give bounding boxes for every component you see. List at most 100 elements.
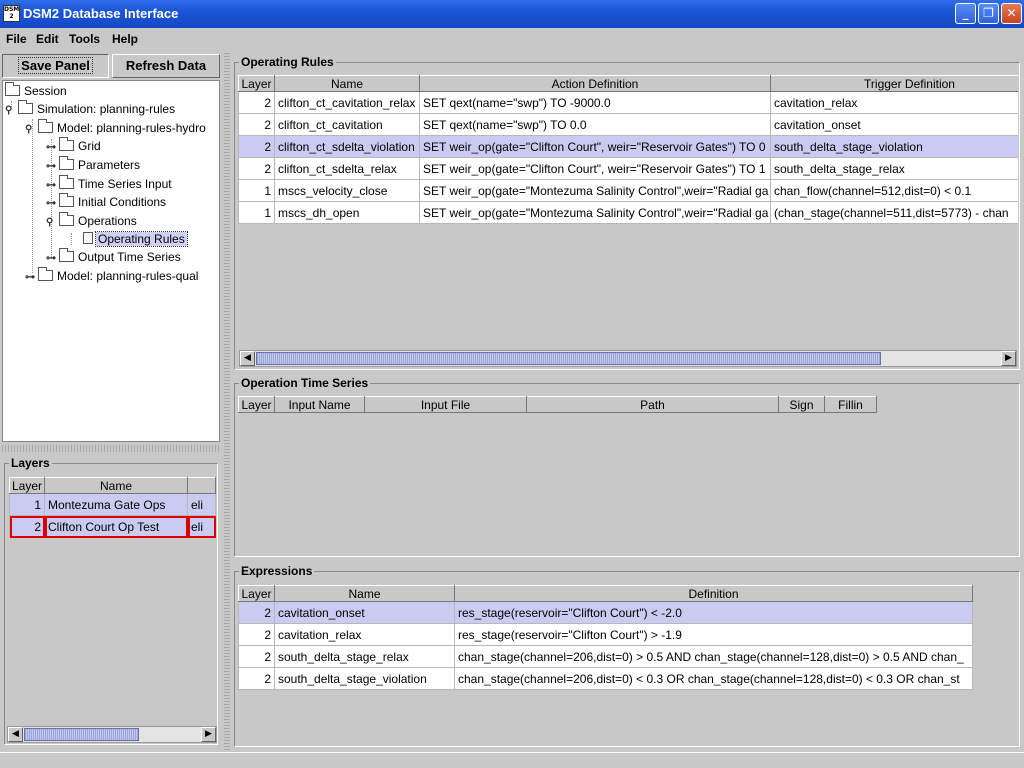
column-header-input-file[interactable]: Input File	[364, 396, 527, 413]
column-header-action[interactable]: Action Definition	[419, 75, 771, 92]
menu-tools[interactable]: Tools	[69, 32, 100, 46]
column-header-layer[interactable]: Layer	[238, 75, 275, 92]
action-cell[interactable]: SET weir_op(gate="Montezuma Salinity Con…	[419, 179, 771, 202]
tree-node-operating-rules[interactable]: Operating Rules	[83, 230, 188, 248]
tree-collapsed-icon[interactable]: ⊶	[46, 250, 59, 268]
column-header-name[interactable]: Name	[44, 477, 188, 494]
tree-node-initial-conditions[interactable]: ⊶ Initial Conditions	[46, 193, 166, 211]
definition-cell[interactable]: chan_stage(channel=206,dist=0) > 0.5 AND…	[454, 645, 973, 668]
column-header-sign[interactable]: Sign	[778, 396, 825, 413]
layers-table[interactable]: Layer Name 1 Montezuma Gate Ops eli 2 Cl…	[9, 477, 216, 538]
layer-cell[interactable]: 2	[238, 623, 275, 646]
trigger-cell[interactable]: cavitation_relax	[770, 91, 1018, 114]
layer-cell[interactable]: 2	[238, 601, 275, 624]
save-panel-button[interactable]: Save Panel	[2, 54, 109, 78]
definition-cell[interactable]: res_stage(reservoir="Clifton Court") > -…	[454, 623, 973, 646]
trigger-cell[interactable]: cavitation_onset	[770, 113, 1018, 136]
tree-node-grid[interactable]: ⊶ Grid	[46, 137, 101, 155]
action-cell[interactable]: SET weir_op(gate="Clifton Court", weir="…	[419, 157, 771, 180]
tree-expanded-icon[interactable]: ⚲	[25, 121, 38, 139]
table-row[interactable]: 2 south_delta_stage_violation chan_stage…	[238, 667, 973, 690]
table-row[interactable]: 2 cavitation_relax res_stage(reservoir="…	[238, 623, 973, 646]
tree-collapsed-icon[interactable]: ⊶	[46, 139, 59, 157]
scroll-left-icon[interactable]: ◀	[8, 727, 23, 742]
definition-cell[interactable]: chan_stage(channel=206,dist=0) < 0.3 OR …	[454, 667, 973, 690]
column-header-trigger[interactable]: Trigger Definition	[770, 75, 1018, 92]
operation-time-series-table[interactable]: Layer Input Name Input File Path Sign Fi…	[238, 396, 877, 413]
tree-node-session[interactable]: Session	[5, 82, 67, 100]
tree-node-operations[interactable]: ⚲ Operations	[46, 212, 137, 230]
operating-rules-table[interactable]: Layer Name Action Definition Trigger Def…	[238, 75, 1018, 224]
name-cell[interactable]: Clifton Court Op Test	[44, 515, 188, 538]
name-cell[interactable]: south_delta_stage_violation	[274, 667, 455, 690]
action-cell[interactable]: SET qext(name="swp") TO -9000.0	[419, 91, 771, 114]
definition-cell[interactable]: res_stage(reservoir="Clifton Court") < -…	[454, 601, 973, 624]
action-cell[interactable]: SET qext(name="swp") TO 0.0	[419, 113, 771, 136]
table-row[interactable]: 2 clifton_ct_cavitation SET qext(name="s…	[238, 113, 1018, 136]
minimize-button[interactable]: _	[955, 3, 976, 24]
session-tree[interactable]: Session ⚲ Simulation: planning-rules ⚲ Mod…	[2, 80, 220, 442]
tree-collapsed-icon[interactable]: ⊶	[46, 158, 59, 176]
tree-node-model-hydro[interactable]: ⚲ Model: planning-rules-hydro	[25, 119, 206, 137]
tree-node-time-series-input[interactable]: ⊶ Time Series Input	[46, 175, 172, 193]
layer-cell[interactable]: 2	[238, 91, 275, 114]
table-row[interactable]: 2 Clifton Court Op Test eli	[9, 515, 216, 538]
trigger-cell[interactable]: south_delta_stage_relax	[770, 157, 1018, 180]
layer-cell[interactable]: 2	[238, 667, 275, 690]
restore-button[interactable]: ❐	[978, 3, 999, 24]
column-header-definition[interactable]: Definition	[454, 585, 973, 602]
scroll-right-icon[interactable]: ▶	[201, 727, 216, 742]
table-row[interactable]: 1 mscs_dh_open SET weir_op(gate="Montezu…	[238, 201, 1018, 224]
table-row[interactable]: 2 clifton_ct_cavitation_relax SET qext(n…	[238, 91, 1018, 114]
tree-node-output-time-series[interactable]: ⊶ Output Time Series	[46, 248, 181, 266]
layer-cell[interactable]: 2	[238, 157, 275, 180]
menu-edit[interactable]: Edit	[36, 32, 59, 46]
refresh-data-button[interactable]: Refresh Data	[112, 54, 220, 78]
extra-cell[interactable]: eli	[187, 515, 216, 538]
column-header-layer[interactable]: Layer	[238, 396, 275, 413]
scroll-right-icon[interactable]: ▶	[1001, 351, 1016, 366]
column-header-extra[interactable]	[187, 477, 216, 494]
main-splitter[interactable]	[224, 52, 230, 750]
column-header-path[interactable]: Path	[526, 396, 779, 413]
column-header-input-name[interactable]: Input Name	[274, 396, 365, 413]
expressions-table[interactable]: Layer Name Definition 2 cavitation_onset…	[238, 585, 973, 690]
column-header-layer[interactable]: Layer	[238, 585, 275, 602]
action-cell[interactable]: SET weir_op(gate="Clifton Court", weir="…	[419, 135, 771, 158]
table-row[interactable]: 2 cavitation_onset res_stage(reservoir="…	[238, 601, 973, 624]
name-cell[interactable]: clifton_ct_sdelta_violation	[274, 135, 420, 158]
table-row[interactable]: 1 Montezuma Gate Ops eli	[9, 493, 216, 516]
extra-cell[interactable]: eli	[187, 493, 216, 516]
operating-rules-hscrollbar[interactable]: ◀ ▶	[239, 350, 1017, 367]
layer-cell[interactable]: 1	[238, 179, 275, 202]
name-cell[interactable]: Montezuma Gate Ops	[44, 493, 188, 516]
layers-hscrollbar[interactable]: ◀ ▶	[7, 726, 217, 743]
table-row[interactable]: 2 clifton_ct_sdelta_relax SET weir_op(ga…	[238, 157, 1018, 180]
tree-collapsed-icon[interactable]: ⊶	[25, 269, 38, 287]
layer-cell[interactable]: 1	[238, 201, 275, 224]
layer-cell[interactable]: 2	[238, 113, 275, 136]
tree-node-simulation[interactable]: ⚲ Simulation: planning-rules	[5, 100, 175, 118]
layer-cell[interactable]: 2	[238, 645, 275, 668]
name-cell[interactable]: mscs_velocity_close	[274, 179, 420, 202]
tree-node-parameters[interactable]: ⊶ Parameters	[46, 156, 140, 174]
trigger-cell[interactable]: south_delta_stage_violation	[770, 135, 1018, 158]
table-row[interactable]: 2 clifton_ct_sdelta_violation SET weir_o…	[238, 135, 1018, 158]
name-cell[interactable]: clifton_ct_cavitation	[274, 113, 420, 136]
scroll-thumb[interactable]	[24, 728, 139, 741]
tree-expanded-icon[interactable]: ⚲	[5, 102, 18, 120]
name-cell[interactable]: clifton_ct_sdelta_relax	[274, 157, 420, 180]
column-header-fillin[interactable]: Fillin	[824, 396, 877, 413]
scroll-thumb[interactable]	[256, 352, 881, 365]
layer-cell[interactable]: 2	[9, 515, 45, 538]
close-button[interactable]: ✕	[1001, 3, 1022, 24]
menu-help[interactable]: Help	[112, 32, 138, 46]
menu-file[interactable]: File	[6, 32, 27, 46]
name-cell[interactable]: cavitation_onset	[274, 601, 455, 624]
column-header-name[interactable]: Name	[274, 585, 455, 602]
left-splitter[interactable]	[2, 445, 220, 452]
column-header-layer[interactable]: Layer	[9, 477, 45, 494]
layer-cell[interactable]: 1	[9, 493, 45, 516]
action-cell[interactable]: SET weir_op(gate="Montezuma Salinity Con…	[419, 201, 771, 224]
trigger-cell[interactable]: chan_flow(channel=512,dist=0) < 0.1	[770, 179, 1018, 202]
